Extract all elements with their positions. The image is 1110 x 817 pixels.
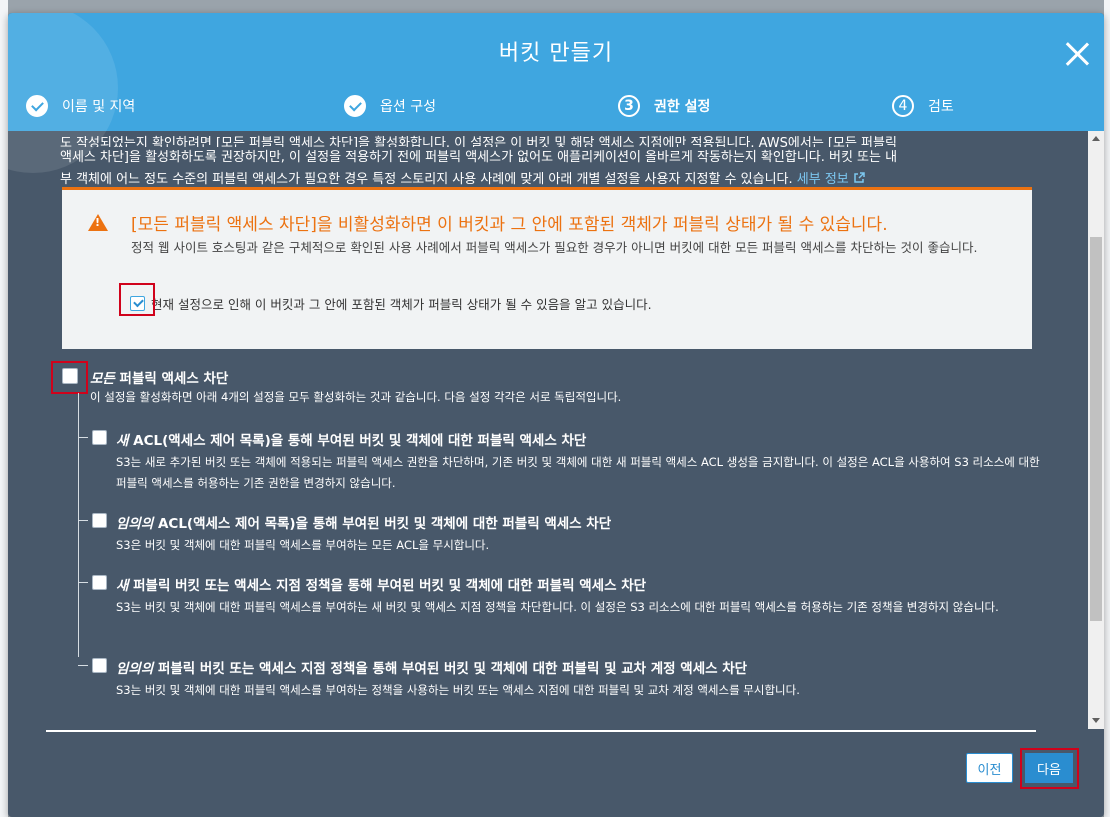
details-link[interactable]: 세부 정보 (797, 172, 865, 187)
sub-option-label: 새 ACL(액세스 제어 목록)을 통해 부여된 버킷 및 객체에 대한 퍼블릭… (116, 433, 587, 449)
step-name-region[interactable]: 이름 및 지역 (26, 93, 135, 119)
highlight-next (1020, 748, 1079, 789)
external-link-icon (854, 172, 865, 183)
sub-option-desc: S3는 새로 추가된 버킷 또는 객체에 적용되는 퍼블릭 액세스 권한을 차단… (116, 455, 1040, 490)
create-bucket-modal: 버킷 만들기 이름 및 지역 옵션 구성 3 권한 설정 4 검토 도 작성되었… (8, 13, 1104, 817)
modal-content: 도 작성되었는지 확인하려면 [모든 퍼블릭 액세스 차단]을 활성화합니다. … (8, 131, 1088, 731)
close-icon[interactable] (1062, 39, 1092, 69)
step-number: 3 (618, 95, 640, 117)
sub-option-label: 새 퍼블릭 버킷 또는 액세스 지점 정책을 통해 부여된 버킷 및 객체에 대… (116, 578, 647, 594)
step-label: 이름 및 지역 (62, 99, 136, 115)
step-label: 권한 설정 (654, 99, 711, 115)
sub-option-checkbox[interactable] (92, 430, 107, 445)
previous-button[interactable]: 이전 (966, 753, 1013, 783)
highlight-block-all (51, 361, 88, 394)
tree-branch (78, 437, 88, 438)
highlight-acknowledge (119, 283, 155, 316)
step-options[interactable]: 옵션 구성 (344, 93, 436, 119)
intro-line: 부 객체에 어느 정도 수준의 퍼블릭 액세스가 필요한 경우 특정 스토리지 … (60, 172, 793, 187)
warning-icon (88, 214, 108, 231)
acknowledge-label: 현재 설정으로 인해 이 버킷과 그 안에 포함된 객체가 퍼블릭 상태가 될 … (151, 297, 652, 312)
intro-line: 도 작성되었는지 확인하려면 [모든 퍼블릭 액세스 차단]을 활성화합니다. … (60, 136, 897, 147)
sub-option-desc: S3는 버킷 및 객체에 대한 퍼블릭 액세스를 부여하는 정책을 사용하는 버… (116, 683, 800, 697)
background-page-left (0, 0, 8, 817)
block-all-desc: 이 설정을 활성화하면 아래 4개의 설정을 모두 활성화하는 것과 같습니다.… (90, 390, 622, 404)
scroll-thumb[interactable] (1090, 237, 1102, 621)
tree-line (78, 393, 79, 657)
warning-body: 정적 웹 사이트 호스팅과 같은 구체적으로 확인된 사용 사례에서 퍼블릭 액… (131, 240, 978, 255)
step-review[interactable]: 4 검토 (892, 93, 954, 119)
intro-text: 도 작성되었는지 확인하려면 [모든 퍼블릭 액세스 차단]을 활성화합니다. … (60, 129, 1035, 191)
sub-option-desc: S3은 버킷 및 객체에 대한 퍼블릭 액세스를 부여하는 모든 ACL을 무시… (116, 538, 490, 552)
warning-box: [모든 퍼블릭 액세스 차단]을 비활성화하면 이 버킷과 그 안에 포함된 객… (62, 187, 1032, 349)
step-label: 검토 (928, 99, 954, 115)
block-all-label: 모든 퍼블릭 액세스 차단 (90, 371, 229, 387)
sub-option-label: 임의의 퍼블릭 버킷 또는 액세스 지점 정책을 통해 부여된 버킷 및 객체에… (116, 661, 748, 677)
sub-option-checkbox[interactable] (92, 575, 107, 590)
tree-branch (78, 520, 88, 521)
step-permissions[interactable]: 3 권한 설정 (618, 93, 710, 119)
intro-line: 액세스 차단]을 활성화하도록 권장하지만, 이 설정을 적용하기 전에 퍼블릭… (60, 150, 898, 165)
check-circle-icon (26, 95, 48, 117)
background-page-right (1104, 0, 1110, 817)
modal-title: 버킷 만들기 (498, 41, 614, 66)
step-label: 옵션 구성 (380, 99, 436, 115)
acknowledge-row: 현재 설정으로 인해 이 버킷과 그 안에 포함된 객체가 퍼블릭 상태가 될 … (130, 294, 652, 313)
footer-divider (46, 730, 1036, 732)
tree-branch (78, 582, 88, 583)
modal-header: 버킷 만들기 이름 및 지역 옵션 구성 3 권한 설정 4 검토 (8, 13, 1104, 173)
sub-option-label: 임의의 ACL(액세스 제어 목록)을 통해 부여된 버킷 및 객체에 대한 퍼… (116, 516, 612, 532)
sub-option-checkbox[interactable] (92, 513, 107, 528)
check-circle-icon (344, 95, 366, 117)
content-scrollbar[interactable] (1088, 131, 1104, 729)
tree-branch (78, 665, 88, 666)
warning-title: [모든 퍼블릭 액세스 차단]을 비활성화하면 이 버킷과 그 안에 포함된 객… (131, 215, 888, 235)
scroll-down-icon[interactable] (1088, 713, 1104, 729)
sub-option-desc: S3는 버킷 및 객체에 대한 퍼블릭 액세스를 부여하는 새 버킷 및 액세스… (116, 600, 999, 614)
scroll-up-icon[interactable] (1088, 131, 1104, 147)
sub-option-checkbox[interactable] (92, 658, 107, 673)
step-number: 4 (892, 95, 914, 117)
